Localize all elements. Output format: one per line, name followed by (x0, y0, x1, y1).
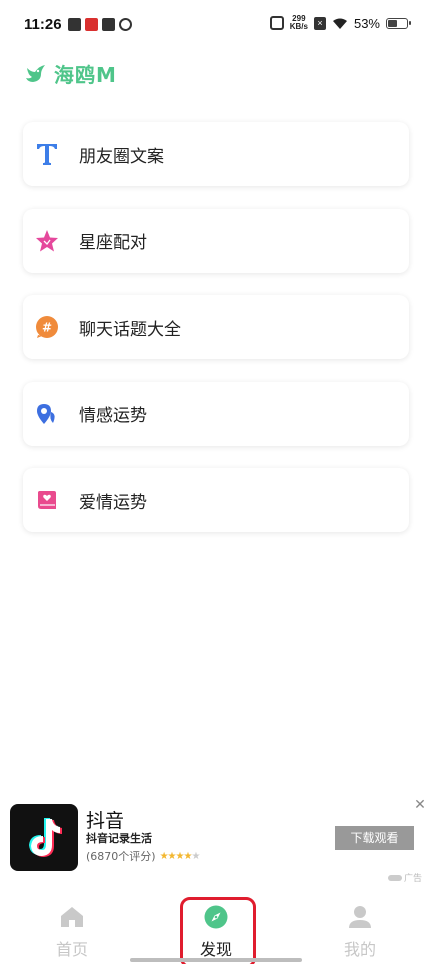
text-t-icon (35, 142, 59, 166)
menu-item-label: 朋友圈文案 (79, 146, 164, 167)
status-bar: 11:26 299 KB/s × 53% (0, 0, 432, 50)
nav-home-label: 首页 (55, 940, 88, 959)
battery-text: 53% (353, 15, 380, 31)
menu-item-emotion-fortune[interactable]: 情感运势 (23, 381, 409, 446)
app-logo: 海鸥M (24, 59, 117, 88)
discover-highlight-box (180, 897, 256, 964)
box-notification-icon (102, 18, 115, 31)
status-time: 11:26 (24, 16, 62, 33)
menu-item-moments-copy[interactable]: 朋友圈文案 (23, 122, 409, 186)
seagull-logo-icon (26, 64, 45, 82)
svg-text:#: # (42, 321, 52, 335)
heart-book-icon (35, 488, 59, 512)
feature-menu: 朋友圈文案 星座配对 # 聊天话题大全 情感运势 爱情运势 (23, 122, 409, 555)
home-indicator[interactable] (130, 958, 302, 962)
hashtag-bubble-icon: # (35, 315, 59, 339)
menu-item-label: 星座配对 (79, 233, 147, 253)
tiktok-logo-icon (10, 804, 78, 871)
download-watch-button[interactable]: 下载观看 (335, 826, 414, 850)
battery-fill (388, 19, 397, 27)
ad-rating: (6870个评分) ★★★★★ (86, 848, 201, 864)
sync-notification-icon (119, 18, 132, 31)
status-right: 299 KB/s × 53% (269, 14, 411, 31)
user-icon (347, 904, 373, 930)
sim-x-icon: × (313, 16, 326, 30)
logo-text: 海鸥M (54, 63, 117, 87)
menu-item-label: 爱情运势 (79, 492, 147, 513)
battery-icon (386, 17, 411, 29)
nav-mine[interactable]: 我的 (300, 895, 420, 960)
menu-item-love-fortune[interactable]: 爱情运势 (23, 468, 409, 532)
vibrate-icon (269, 16, 284, 30)
menu-item-label: 情感运势 (79, 406, 147, 426)
menu-item-zodiac-match[interactable]: 星座配对 (23, 208, 409, 273)
close-icon[interactable]: ✕ (413, 798, 427, 812)
menu-item-label: 聊天话题大全 (79, 319, 181, 340)
ad-subtitle: 抖音记录生活 (86, 832, 152, 845)
nav-mine-label: 我的 (343, 940, 376, 959)
ad-title: 抖音 (86, 810, 125, 832)
network-speed: 299 KB/s (289, 14, 308, 31)
location-pin-icon (35, 402, 59, 426)
ad-mark: 广告 (388, 871, 422, 884)
app-notification-icon (85, 18, 98, 31)
play-notification-icon (68, 18, 81, 31)
home-icon (59, 904, 85, 930)
nav-home[interactable]: 首页 (12, 895, 132, 960)
rating-count: (6870个评分) (86, 850, 156, 863)
ad-banner[interactable]: 抖音 抖音记录生活 (6870个评分) ★★★★★ 下载观看 ✕ 广告 (0, 794, 432, 884)
rating-stars-icon: ★★★★★ (159, 850, 201, 862)
menu-item-chat-topics[interactable]: # 聊天话题大全 (23, 295, 409, 359)
wifi-icon (332, 18, 347, 29)
star-icon (35, 229, 59, 253)
notification-icons (68, 18, 132, 31)
ad-network-icon (388, 874, 402, 881)
